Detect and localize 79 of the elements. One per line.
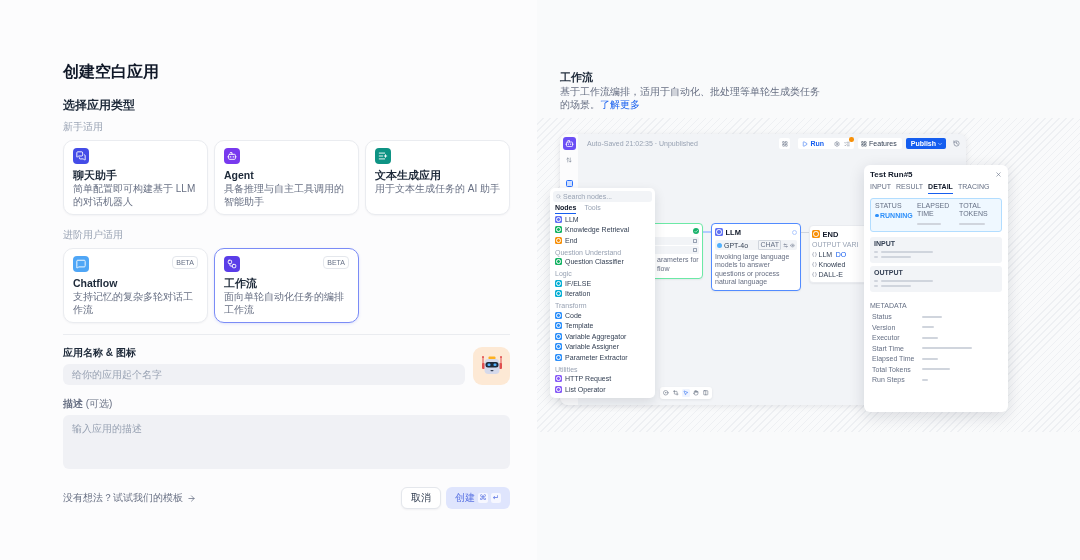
chevron-down-icon: [937, 140, 943, 147]
skeleton-line: [874, 250, 878, 253]
card-description: 面向单轮自动化任务的编排工作流: [224, 290, 345, 316]
card-description: 简单配置即可构建基于 LLM 的对话机器人: [73, 182, 197, 208]
group-label: 新手适用: [63, 120, 104, 134]
skeleton-line: [881, 279, 933, 282]
skeleton-line: [881, 250, 933, 253]
card-title: 聊天助手: [73, 169, 118, 182]
robot-head-icon: [224, 148, 240, 164]
app-type-card[interactable]: 聊天助手 简单配置即可构建基于 LLM 的对话机器人: [63, 140, 208, 215]
braces-icon: [812, 262, 817, 267]
field-label: 描述 (可选): [63, 397, 114, 411]
template-link[interactable]: 没有想法？试试我们的模板: [63, 491, 196, 505]
dialog-title: 创建空白应用: [63, 62, 160, 82]
card-description: 具备推理与自主工具调用的智能助手: [224, 182, 345, 208]
app-type-card[interactable]: Agent 具备推理与自主工具调用的智能助手: [214, 140, 359, 215]
skeleton-line: [881, 255, 911, 258]
skeleton-line: [922, 326, 934, 329]
skeleton-line: [874, 284, 878, 287]
card-title: 工作流: [224, 277, 258, 290]
ring-tile-icon: [812, 230, 820, 238]
ring-tile-icon: [715, 228, 723, 236]
connector-line: [801, 232, 809, 233]
skeleton-line: [874, 279, 878, 282]
field-label: 应用名称 & 图标: [63, 346, 137, 360]
checklist-icon[interactable]: [844, 140, 851, 147]
skeleton-line: [922, 347, 972, 350]
history-icon[interactable]: [951, 138, 961, 149]
skeleton-line: [922, 315, 942, 318]
preview-description: 基于工作流编排，适用于自动化、批处理等单轮生成类任务的场景。了解更多: [560, 86, 821, 111]
window-icon[interactable]: [565, 180, 573, 187]
skeleton-line: [959, 222, 985, 225]
linked-nodes-icon: [224, 256, 240, 272]
card-description: 用于文本生成任务的 AI 助手: [375, 182, 500, 195]
cancel-button[interactable]: 取消: [401, 487, 441, 509]
learn-more-link[interactable]: 了解更多: [600, 98, 640, 110]
braces-icon: [812, 252, 817, 257]
skeleton-line: [922, 357, 938, 360]
card-title: 文本生成应用: [375, 169, 442, 182]
chat-bubble-icon: [73, 256, 89, 272]
app-name-input[interactable]: 给你的应用起个名字: [63, 364, 465, 385]
braces-icon: [812, 272, 817, 277]
run-title: Test Run#5: [870, 170, 913, 179]
skeleton-line: [874, 255, 878, 258]
circle-dot-icon[interactable]: [662, 389, 670, 397]
play-icon: [802, 140, 809, 147]
square-icon: [693, 248, 697, 252]
robot-avatar-icon[interactable]: [473, 347, 510, 385]
preview-title: 工作流: [560, 70, 594, 85]
close-icon[interactable]: [995, 171, 1002, 178]
model-dot-icon: [717, 242, 722, 248]
arrow-right-icon: [187, 493, 196, 503]
sliders-icon: [783, 242, 788, 248]
search-icon: [556, 194, 561, 199]
card-title: Agent: [224, 169, 255, 182]
grid-icon: [861, 140, 868, 147]
hand-icon[interactable]: [692, 389, 700, 397]
grid-icon[interactable]: [779, 138, 791, 149]
skeleton-line: [922, 368, 950, 371]
group-label: 进阶用户适用: [63, 228, 124, 242]
chat-bubbles-icon: [73, 148, 89, 164]
columns-icon[interactable]: [702, 389, 710, 397]
pointer-icon[interactable]: [682, 389, 690, 397]
swap-arrows-icon[interactable]: [566, 157, 572, 163]
list-plus-icon: [375, 148, 391, 164]
crop-icon[interactable]: [672, 389, 680, 397]
square-icon: [693, 238, 697, 243]
card-title: Chatflow: [73, 277, 119, 290]
eye-icon: [790, 242, 795, 248]
description-input[interactable]: 输入应用的描述: [63, 415, 510, 469]
section-heading: 选择应用类型: [63, 97, 136, 113]
card-description: 支持记忆的复杂多轮对话工作流: [73, 290, 194, 316]
skeleton-line: [917, 222, 941, 225]
settings-icon[interactable]: [834, 140, 841, 147]
skeleton-line: [922, 336, 938, 339]
status-dot-icon: [875, 213, 879, 218]
skeleton-line: [922, 378, 928, 381]
skeleton-line: [881, 284, 911, 287]
app-type-card[interactable]: 文本生成应用 用于文本生成任务的 AI 助手: [365, 140, 510, 215]
